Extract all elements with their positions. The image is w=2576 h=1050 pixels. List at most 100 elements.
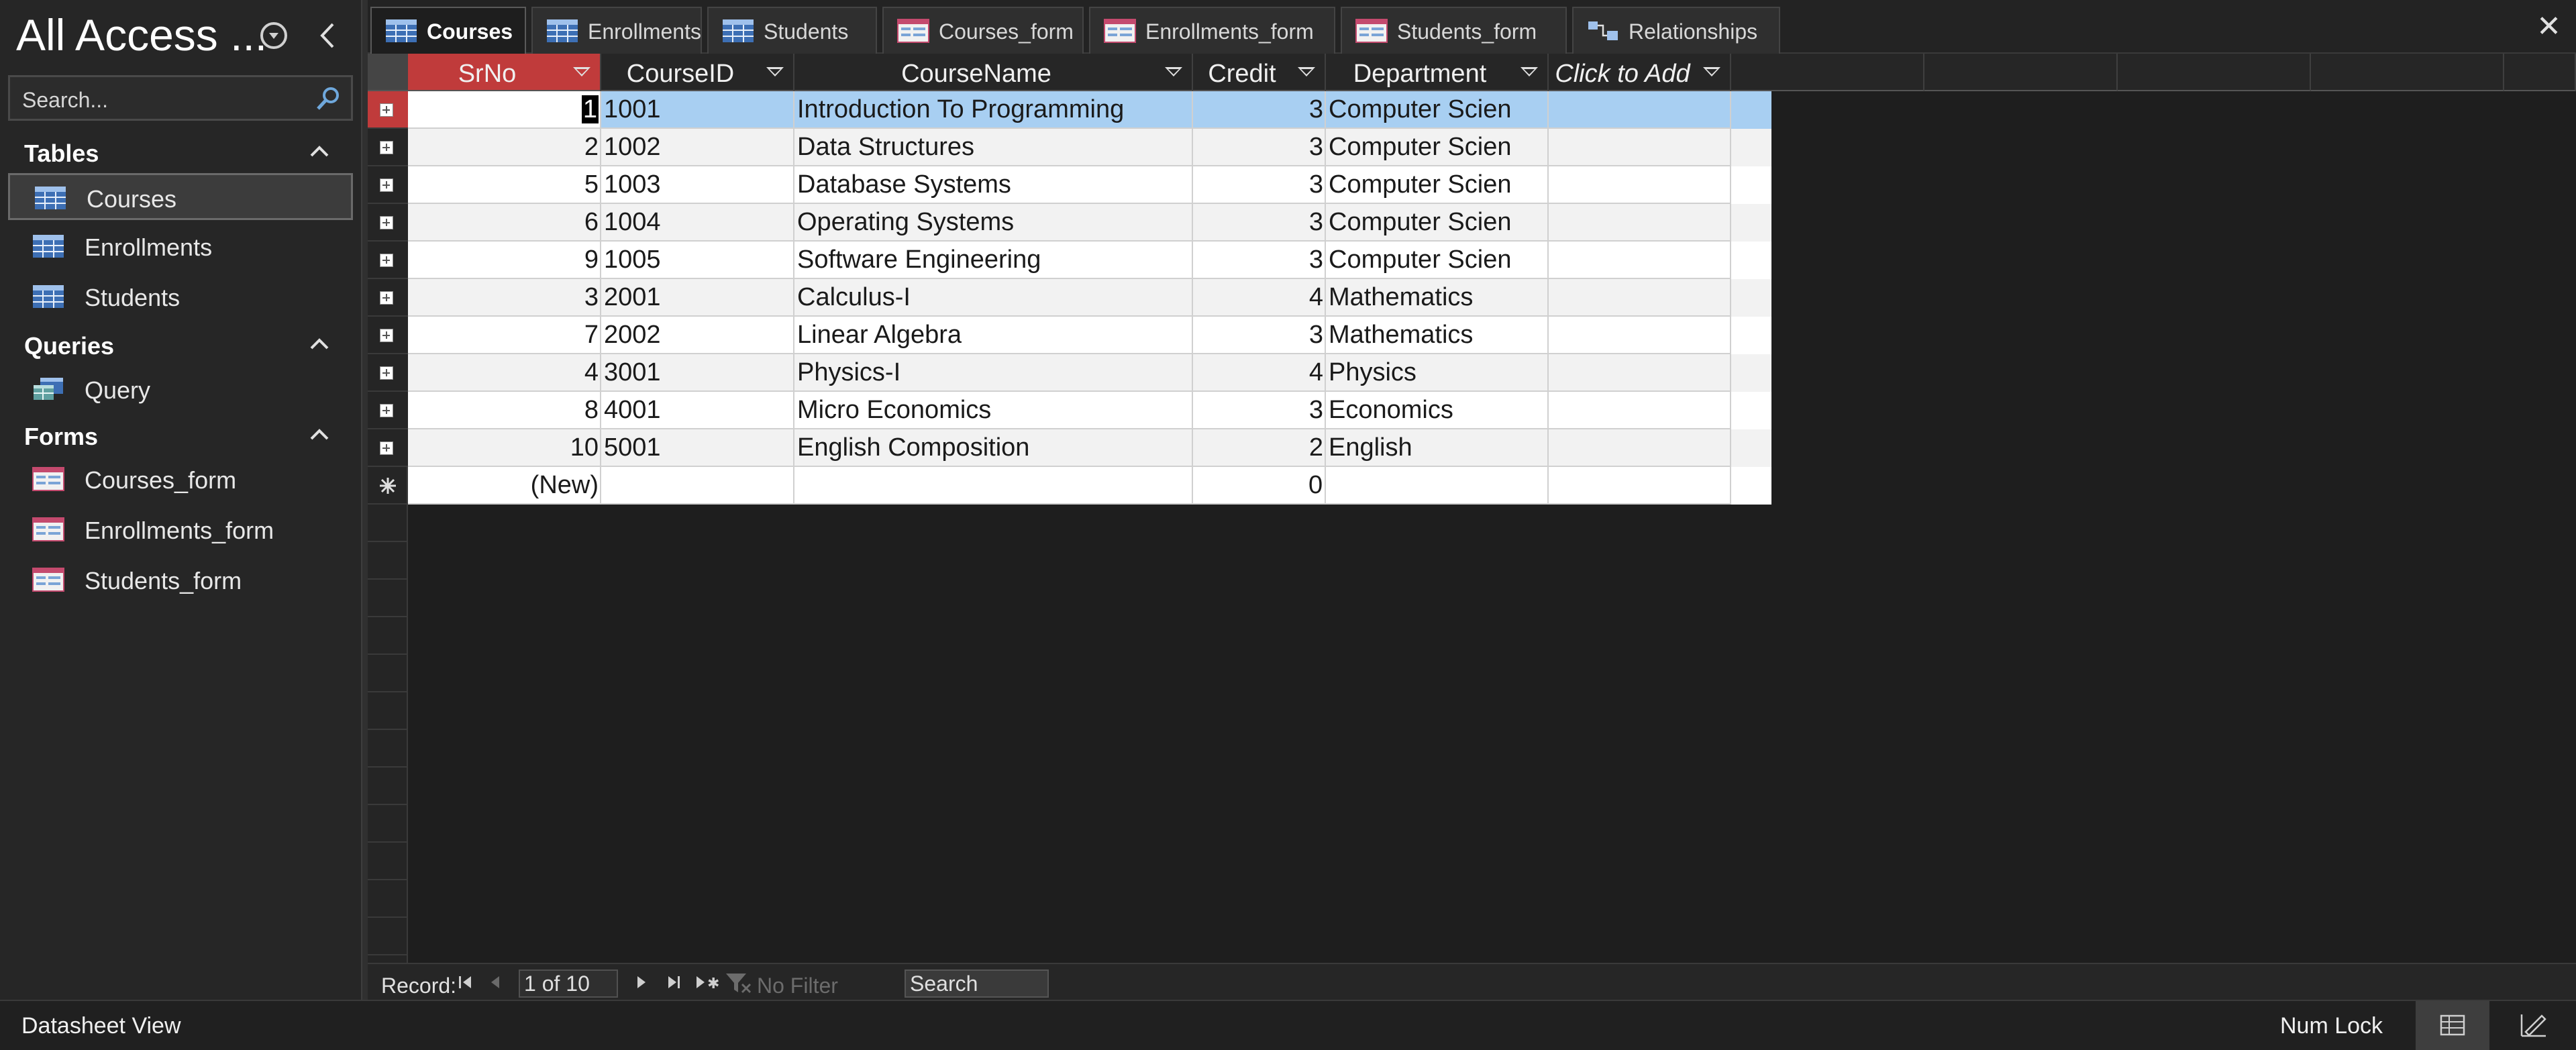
cell-coursename[interactable]: Software Engineering bbox=[794, 242, 1193, 279]
table-row[interactable]: 3 2001 Calculus-I 4 Mathematics bbox=[408, 279, 1771, 317]
new-record-row[interactable]: (New) 0 bbox=[408, 467, 1771, 505]
table-row[interactable]: 6 1004 Operating Systems 3 Computer Scien bbox=[408, 204, 1771, 242]
expand-subdatasheet-icon[interactable] bbox=[380, 329, 393, 342]
cell-credit[interactable]: 4 bbox=[1193, 279, 1326, 317]
cell-click-to-add[interactable] bbox=[1549, 91, 1731, 129]
column-header-click-to-add[interactable]: Click to Add bbox=[1549, 54, 1731, 91]
nav-item-students-form[interactable]: Students_form bbox=[8, 557, 353, 604]
cell-srno[interactable]: 3 bbox=[408, 279, 601, 317]
cell-courseid[interactable]: 5001 bbox=[601, 429, 794, 467]
nav-item-students[interactable]: Students bbox=[8, 274, 353, 321]
cell-department[interactable]: Economics bbox=[1326, 392, 1549, 429]
nav-collapse-icon[interactable] bbox=[315, 19, 340, 52]
nav-group-tables[interactable]: Tables bbox=[24, 140, 99, 168]
cell-srno[interactable]: 4 bbox=[408, 354, 601, 392]
datasheet-view-button[interactable] bbox=[2416, 1001, 2489, 1050]
cell-click-to-add[interactable] bbox=[1549, 166, 1731, 204]
dropdown-arrow-icon[interactable] bbox=[1165, 67, 1182, 76]
expand-subdatasheet-icon[interactable] bbox=[380, 178, 393, 192]
table-row[interactable]: 1 1001 Introduction To Programming 3 Compute… bbox=[408, 91, 1771, 129]
cell-coursename[interactable]: Calculus-I bbox=[794, 279, 1193, 317]
cell-credit[interactable]: 3 bbox=[1193, 242, 1326, 279]
tab-students[interactable]: Students bbox=[707, 7, 877, 54]
cell-coursename[interactable]: Physics-I bbox=[794, 354, 1193, 392]
cell-coursename[interactable]: English Composition bbox=[794, 429, 1193, 467]
search-icon[interactable] bbox=[315, 85, 342, 112]
cell-srno[interactable]: 10 bbox=[408, 429, 601, 467]
select-all-corner[interactable] bbox=[368, 54, 408, 91]
nav-item-courses-form[interactable]: Courses_form bbox=[8, 456, 353, 503]
nav-item-enrollments[interactable]: Enrollments bbox=[8, 223, 353, 270]
chevron-up-icon[interactable] bbox=[309, 141, 330, 162]
dropdown-arrow-icon[interactable] bbox=[766, 67, 784, 76]
tab-courses[interactable]: Courses bbox=[370, 7, 526, 54]
cell-srno[interactable]: 5 bbox=[408, 166, 601, 204]
cell-credit-default[interactable]: 0 bbox=[1193, 467, 1326, 505]
cell-department[interactable]: Computer Scien bbox=[1326, 242, 1549, 279]
cell-coursename[interactable]: Database Systems bbox=[794, 166, 1193, 204]
nav-search-input[interactable]: Search... bbox=[22, 88, 108, 113]
table-row[interactable]: 4 3001 Physics-I 4 Physics bbox=[408, 354, 1771, 392]
table-row[interactable]: 8 4001 Micro Economics 3 Economics bbox=[408, 392, 1771, 429]
cell-credit[interactable]: 4 bbox=[1193, 354, 1326, 392]
new-record-button[interactable]: ✱ bbox=[694, 972, 723, 998]
nav-search-box[interactable]: Search... bbox=[8, 75, 353, 121]
cell-srno-new[interactable]: (New) bbox=[408, 467, 601, 505]
cell-coursename[interactable]: Data Structures bbox=[794, 129, 1193, 166]
cell-click-to-add[interactable] bbox=[1549, 429, 1731, 467]
no-filter-indicator[interactable]: No Filter bbox=[757, 974, 838, 998]
cell-courseid[interactable]: 2001 bbox=[601, 279, 794, 317]
tab-students-form[interactable]: Students_form bbox=[1341, 7, 1567, 54]
cell-credit[interactable]: 3 bbox=[1193, 317, 1326, 354]
cell-coursename[interactable]: Operating Systems bbox=[794, 204, 1193, 242]
cell-credit[interactable]: 3 bbox=[1193, 166, 1326, 204]
cell-coursename[interactable]: Micro Economics bbox=[794, 392, 1193, 429]
cell-srno[interactable]: 9 bbox=[408, 242, 601, 279]
table-row[interactable]: 10 5001 English Composition 2 English bbox=[408, 429, 1771, 467]
nav-group-forms[interactable]: Forms bbox=[24, 423, 98, 451]
nav-item-enrollments-form[interactable]: Enrollments_form bbox=[8, 507, 353, 554]
cell-department[interactable]: Mathematics bbox=[1326, 317, 1549, 354]
cell-department[interactable]: Computer Scien bbox=[1326, 204, 1549, 242]
cell-srno[interactable]: 6 bbox=[408, 204, 601, 242]
tab-enrollments-form[interactable]: Enrollments_form bbox=[1089, 7, 1335, 54]
cell-courseid[interactable]: 4001 bbox=[601, 392, 794, 429]
cell-click-to-add[interactable] bbox=[1549, 279, 1731, 317]
cell-courseid[interactable]: 1005 bbox=[601, 242, 794, 279]
table-row[interactable]: 7 2002 Linear Algebra 3 Mathematics bbox=[408, 317, 1771, 354]
nav-splitter[interactable] bbox=[361, 0, 368, 1000]
expand-subdatasheet-icon[interactable] bbox=[380, 254, 393, 267]
tab-courses-form[interactable]: Courses_form bbox=[882, 7, 1084, 54]
cell-credit[interactable]: 3 bbox=[1193, 129, 1326, 166]
expand-subdatasheet-icon[interactable] bbox=[380, 404, 393, 417]
cell-courseid[interactable]: 2002 bbox=[601, 317, 794, 354]
cell-srno[interactable]: 1 bbox=[408, 91, 601, 129]
nav-menu-dropdown-icon[interactable] bbox=[260, 22, 287, 49]
cell-click-to-add[interactable] bbox=[1549, 317, 1731, 354]
expand-subdatasheet-icon[interactable] bbox=[380, 141, 393, 154]
cell-department[interactable]: English bbox=[1326, 429, 1549, 467]
cell-empty[interactable] bbox=[794, 467, 1193, 505]
column-header-credit[interactable]: Credit bbox=[1193, 54, 1326, 91]
expand-subdatasheet-icon[interactable] bbox=[380, 441, 393, 455]
cell-department[interactable]: Computer Scien bbox=[1326, 129, 1549, 166]
tab-enrollments[interactable]: Enrollments bbox=[531, 7, 702, 54]
dropdown-arrow-icon[interactable] bbox=[1703, 67, 1720, 76]
dropdown-arrow-icon[interactable] bbox=[1521, 67, 1538, 76]
chevron-up-icon[interactable] bbox=[309, 333, 330, 355]
cell-empty[interactable] bbox=[1549, 467, 1731, 505]
cell-coursename[interactable]: Linear Algebra bbox=[794, 317, 1193, 354]
dropdown-arrow-icon[interactable] bbox=[573, 67, 590, 76]
nav-item-courses[interactable]: Courses bbox=[8, 173, 353, 220]
column-header-srno[interactable]: SrNo bbox=[408, 54, 601, 91]
filter-icon[interactable] bbox=[723, 971, 753, 1000]
cell-empty[interactable] bbox=[601, 467, 794, 505]
new-record-selector[interactable] bbox=[368, 467, 408, 505]
cell-credit[interactable]: 3 bbox=[1193, 91, 1326, 129]
column-header-courseid[interactable]: CourseID bbox=[601, 54, 794, 91]
cell-srno[interactable]: 8 bbox=[408, 392, 601, 429]
expand-subdatasheet-icon[interactable] bbox=[380, 103, 393, 117]
cell-click-to-add[interactable] bbox=[1549, 129, 1731, 166]
cell-department[interactable]: Physics bbox=[1326, 354, 1549, 392]
close-document-icon[interactable]: ✕ bbox=[2536, 12, 2561, 42]
